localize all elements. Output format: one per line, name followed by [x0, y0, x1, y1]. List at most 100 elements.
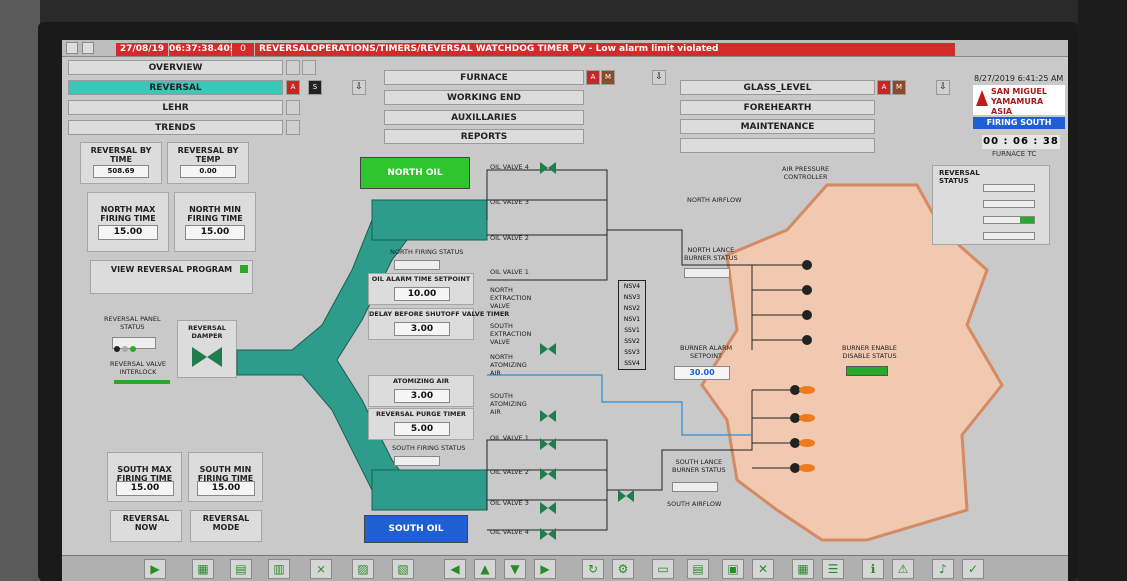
- reversal-status-panel: REVERSAL STATUS: [932, 165, 1050, 245]
- atomizing-air-panel: ATOMIZING AIR 3.00: [368, 375, 474, 407]
- hmi-screen: 27/08/19 06:37:38.405 0 REVERSALOPERATIO…: [62, 40, 1068, 581]
- burner-alarm-label: BURNER ALARM SETPOINT: [680, 344, 733, 360]
- valve-icon: [540, 162, 548, 174]
- burner-icon: [790, 385, 800, 395]
- delay-timer-label: DELAY BEFORE SHUTOFF VALVE TIMER: [369, 310, 510, 318]
- valve-icon: [548, 410, 556, 422]
- valve-icon: [548, 502, 556, 514]
- north-firing-status-label: NORTH FIRING STATUS: [390, 248, 464, 256]
- atomizing-air-input[interactable]: 3.00: [394, 389, 450, 403]
- status-bar: [983, 232, 1035, 240]
- south-oil-pipe: [486, 439, 608, 531]
- north-oil-pipe: [486, 169, 608, 281]
- list-icon[interactable]: ☰: [822, 559, 844, 579]
- north-oil-valve-2-label: OIL VALVE 2: [490, 234, 529, 242]
- valve-icon: [618, 490, 626, 502]
- ssv-label: SSV4: [624, 360, 640, 367]
- info-icon[interactable]: ℹ: [862, 559, 884, 579]
- north-oil-valve-1-label: OIL VALVE 1: [490, 268, 529, 276]
- arrow-down-icon[interactable]: ▼: [504, 559, 526, 579]
- north-extraction-label: NORTH EXTRACTION VALVE: [490, 286, 532, 310]
- tool-icon[interactable]: ▦: [192, 559, 214, 579]
- check-icon[interactable]: ✓: [962, 559, 984, 579]
- export-icon[interactable]: ▧: [392, 559, 414, 579]
- ssv-label: NSV4: [623, 283, 641, 290]
- burner-icon: [802, 335, 812, 345]
- arrow-right-icon[interactable]: ▶: [534, 559, 556, 579]
- ssv-label: SSV3: [624, 349, 640, 356]
- oil-alarm-setpoint-panel: OIL ALARM TIME SETPOINT 10.00: [368, 273, 474, 305]
- background-control-panel: [0, 0, 40, 581]
- atomizing-air-label: ATOMIZING AIR: [393, 377, 449, 385]
- south-duct: [371, 469, 488, 511]
- y-duct: [236, 199, 408, 511]
- north-oil-button[interactable]: NORTH OIL: [360, 157, 470, 189]
- burner-icon: [790, 438, 800, 448]
- north-airflow-label: NORTH AIRFLOW: [687, 196, 742, 204]
- alarm-icon[interactable]: ⚠: [892, 559, 914, 579]
- oil-alarm-setpoint-input[interactable]: 10.00: [394, 287, 450, 301]
- folder-icon[interactable]: ▤: [230, 559, 252, 579]
- status-bar: [983, 200, 1035, 208]
- north-oil-valve-4-label: OIL VALVE 4: [490, 163, 529, 171]
- delay-timer-input[interactable]: 3.00: [394, 322, 450, 336]
- arrow-left-icon[interactable]: ◀: [444, 559, 466, 579]
- south-airflow-label: SOUTH AIRFLOW: [667, 500, 722, 508]
- south-oil-valve-1-label: OIL VALVE 1: [490, 434, 529, 442]
- north-duct: [371, 199, 488, 241]
- status-bar: [983, 184, 1035, 192]
- north-atomizing-label: NORTH ATOMIZING AIR: [490, 353, 527, 377]
- burner-alarm-input[interactable]: 30.00: [674, 366, 730, 380]
- burner-icon: [802, 260, 812, 270]
- arrow-up-icon[interactable]: ▲: [474, 559, 496, 579]
- valve-icon: [540, 343, 548, 355]
- south-oil-valve-3-label: OIL VALVE 3: [490, 499, 529, 507]
- bottom-toolbar: ▶ ▦ ▤ ▥ ⨯ ▨ ▧ ◀ ▲ ▼ ▶ ↻ ⚙ ▭ ▤ ▣ ✕ ▦ ☰ ℹ …: [62, 555, 1068, 581]
- ssv-label: SSV2: [624, 338, 640, 345]
- delay-timer-panel: DELAY BEFORE SHUTOFF VALVE TIMER 3.00: [368, 308, 510, 340]
- shutoff-valve-stack: NSV4 NSV3 NSV2 NSV1 SSV1 SSV2 SSV3 SSV4: [618, 280, 646, 370]
- report-icon[interactable]: ▨: [352, 559, 374, 579]
- ssv-label: NSV1: [623, 316, 641, 323]
- air-pressure-controller-label: AIR PRESSURE CONTROLLER: [782, 165, 830, 181]
- grid-icon[interactable]: ▦: [792, 559, 814, 579]
- close-window-icon[interactable]: ✕: [752, 559, 774, 579]
- north-lance-label: NORTH LANCE BURNER STATUS: [684, 246, 738, 262]
- reversal-status-label: REVERSAL STATUS: [939, 169, 980, 185]
- play-icon[interactable]: ▶: [144, 559, 166, 579]
- south-oil-button[interactable]: SOUTH OIL: [364, 515, 468, 543]
- south-firing-status-indicator: [394, 456, 440, 466]
- north-firing-status-indicator: [394, 260, 440, 270]
- trend-icon[interactable]: ⨯: [310, 559, 332, 579]
- purge-timer-label: REVERSAL PURGE TIMER: [376, 410, 466, 418]
- window-icon[interactable]: ▭: [652, 559, 674, 579]
- screen-icon[interactable]: ▣: [722, 559, 744, 579]
- south-oil-valve-4-label: OIL VALVE 4: [490, 528, 529, 536]
- display-icon[interactable]: ▤: [687, 559, 709, 579]
- burner-icon: [790, 463, 800, 473]
- valve-icon: [548, 343, 556, 355]
- burner-icon: [802, 285, 812, 295]
- north-oil-valve-3-label: OIL VALVE 3: [490, 198, 529, 206]
- burner-icon: [790, 413, 800, 423]
- south-lance-indicator: [672, 482, 718, 492]
- burner-enable-label: BURNER ENABLE DISABLE STATUS: [842, 344, 897, 360]
- background-adjacent-monitor: [1078, 0, 1127, 581]
- purge-timer-input[interactable]: 5.00: [394, 422, 450, 436]
- settings-icon[interactable]: ⚙: [612, 559, 634, 579]
- south-extraction-label: SOUTH EXTRACTION VALVE: [490, 322, 532, 346]
- flame-icon: [799, 464, 815, 472]
- oil-alarm-setpoint-label: OIL ALARM TIME SETPOINT: [371, 275, 471, 283]
- document-icon[interactable]: ▥: [268, 559, 290, 579]
- south-firing-status-label: SOUTH FIRING STATUS: [392, 444, 466, 452]
- purge-timer-panel: REVERSAL PURGE TIMER 5.00: [368, 408, 474, 440]
- ssv-label: SSV1: [624, 327, 640, 334]
- sound-icon[interactable]: ♪: [932, 559, 954, 579]
- south-atomizing-label: SOUTH ATOMIZING AIR: [490, 392, 527, 416]
- refresh-icon[interactable]: ↻: [582, 559, 604, 579]
- ssv-label: NSV2: [623, 305, 641, 312]
- status-bar: [983, 216, 1035, 224]
- north-lance-indicator: [684, 268, 730, 278]
- burner-enable-indicator: [846, 366, 888, 376]
- flame-icon: [799, 414, 815, 422]
